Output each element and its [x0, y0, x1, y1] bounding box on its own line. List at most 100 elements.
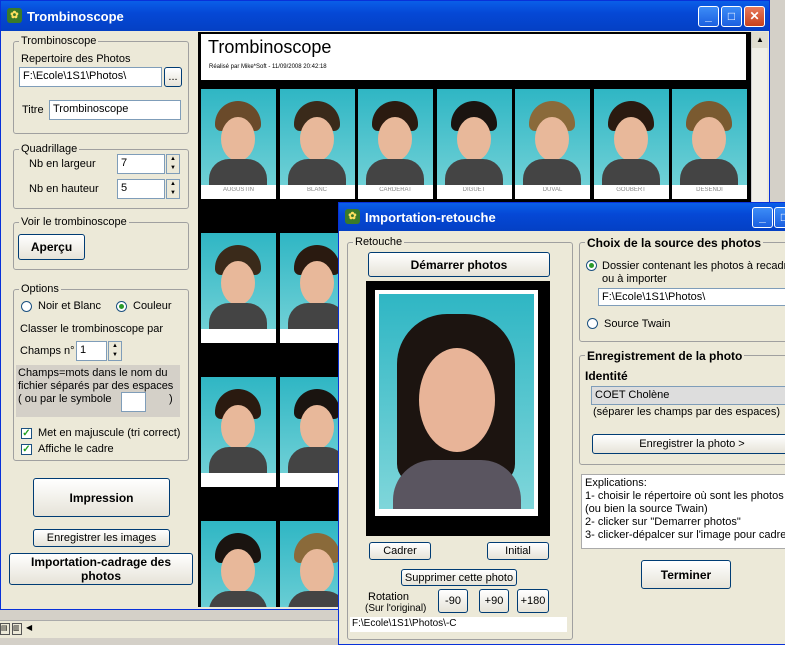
- dialog-app-icon: ✿: [345, 209, 360, 224]
- explain-line: 3- clicker-dépalcer sur l'image pour cad…: [585, 529, 785, 541]
- upper-checkbox[interactable]: ✓: [21, 428, 32, 439]
- source-folder-label2: ou à importer: [602, 273, 667, 285]
- thumbnail-photo: CARDERAT: [358, 89, 433, 199]
- twain-radio[interactable]: [587, 318, 598, 329]
- thumbnail-photo: [201, 233, 276, 343]
- field-input[interactable]: 1: [76, 341, 107, 361]
- height-input[interactable]: 5: [117, 179, 165, 199]
- preview-title: Trombinoscope: [208, 37, 332, 57]
- rotate-180-button[interactable]: +180: [517, 589, 549, 613]
- dialog-titlebar[interactable]: ✿ Importation-retouche _ □: [339, 203, 785, 231]
- save-images-button[interactable]: Enregistrer les images: [33, 529, 170, 547]
- width-input[interactable]: 7: [117, 154, 165, 174]
- bottom-bar: ▤ ▥ ◀: [0, 620, 340, 638]
- preview-header: Trombinoscope Réalisé par Mike*Soft - 11…: [201, 34, 746, 80]
- save-photo-button[interactable]: Enregistrer la photo >: [592, 434, 785, 454]
- group-trombinoscope-legend: Trombinoscope: [19, 35, 99, 47]
- path-field: F:\Ecole\1S1\Photos\-C: [350, 617, 567, 632]
- scroll-left-icon[interactable]: ◀: [26, 623, 32, 632]
- print-button[interactable]: Impression: [33, 478, 170, 517]
- source-folder-label: Dossier contenant les photos à recadrer: [602, 260, 785, 272]
- explain-line: Explications:: [585, 477, 647, 489]
- dialog-minimize-icon[interactable]: _: [752, 207, 773, 228]
- explanations-box: Explications: 1- choisir le répertoire o…: [581, 474, 785, 549]
- title-label: Titre: [22, 104, 44, 116]
- thumbnail-photo: BLANC: [279, 89, 355, 199]
- thumbnail-caption: BLANC: [306, 187, 327, 193]
- sort-label: Classer le trombinoscope par: [20, 323, 164, 335]
- bw-radio[interactable]: [21, 301, 32, 312]
- thumbnail-photo: DIGUET: [436, 89, 512, 199]
- photo-frame: [366, 281, 550, 536]
- thumbnail-photo: [201, 521, 276, 607]
- thumbnail-photo: [201, 377, 276, 487]
- app-icon: ✿: [7, 8, 22, 23]
- initial-button[interactable]: Initial: [487, 542, 549, 560]
- identity-label: Identité: [585, 369, 628, 383]
- dir-label: Repertoire des Photos: [21, 53, 131, 65]
- page-icon[interactable]: ▤: [0, 623, 10, 635]
- rotate-plus90-button[interactable]: +90: [479, 589, 509, 613]
- source-folder-radio[interactable]: [586, 260, 597, 271]
- close-icon[interactable]: ✕: [744, 6, 765, 27]
- scroll-up-icon[interactable]: ▲: [752, 32, 768, 48]
- group-grid-legend: Quadrillage: [19, 143, 80, 155]
- crop-button[interactable]: Cadrer: [369, 542, 431, 560]
- explain-line: 2- clicker sur "Demarrer photos": [585, 516, 741, 528]
- save-legend: Enregistrement de la photo: [585, 349, 745, 363]
- sheet-icon[interactable]: ▥: [12, 623, 22, 635]
- width-label: Nb en largeur: [29, 158, 96, 170]
- height-stepper[interactable]: ▲ ▼: [166, 179, 180, 199]
- twain-label: Source Twain: [604, 318, 671, 330]
- rotate-minus90-button[interactable]: -90: [438, 589, 468, 613]
- rotation-sublabel: (Sur l'original): [365, 603, 427, 614]
- upper-label: Met en majuscule (tri correct): [38, 427, 181, 439]
- finish-button[interactable]: Terminer: [641, 560, 731, 589]
- delete-photo-button[interactable]: Supprimer cette photo: [401, 569, 517, 586]
- field-label: Champs n°: [20, 345, 75, 357]
- thumbnail-caption: DIGUET: [462, 187, 486, 193]
- preview-button[interactable]: Aperçu: [18, 234, 85, 260]
- height-label: Nb en hauteur: [29, 183, 99, 195]
- width-stepper[interactable]: ▲ ▼: [166, 154, 180, 174]
- main-titlebar[interactable]: ✿ Trombinoscope _ □ ✕: [1, 1, 769, 31]
- source-legend: Choix de la source des photos: [585, 236, 764, 250]
- explain-line: (ou bien la source Twain): [585, 503, 708, 515]
- browse-button[interactable]: ...: [164, 67, 182, 87]
- thumbnail-caption: CARDERAT: [379, 187, 412, 193]
- note-line3: ( ou par le symbole: [18, 393, 112, 405]
- maximize-icon[interactable]: □: [721, 6, 742, 27]
- thumbnail-caption: GOUBERT: [616, 187, 646, 193]
- group-options-legend: Options: [19, 283, 61, 295]
- group-view-legend: Voir le trombinoscope: [19, 216, 129, 228]
- import-dialog: ✿ Importation-retouche _ □ Retouche Déma…: [338, 202, 785, 645]
- rotation-label: Rotation: [368, 591, 409, 603]
- frame-label: Affiche le cadre: [38, 443, 114, 455]
- color-label: Couleur: [133, 300, 172, 312]
- dialog-title: Importation-retouche: [365, 209, 496, 225]
- identity-input[interactable]: COET Cholène: [591, 386, 785, 405]
- main-title: Trombinoscope: [27, 8, 124, 24]
- thumbnail-caption: AUGUSTIN: [222, 187, 254, 193]
- bw-label: Noir et Blanc: [38, 300, 101, 312]
- minimize-icon[interactable]: _: [698, 6, 719, 27]
- thumbnail-photo: DESENDI: [672, 89, 747, 199]
- note-line2: fichier séparés par des espaces: [18, 380, 174, 392]
- separator-input[interactable]: [121, 392, 146, 412]
- note-line1: Champs=mots dans le nom du: [18, 367, 168, 379]
- thumbnail-photo: DUVAL: [515, 89, 590, 199]
- preview-subtitle: Réalisé par Mike*Soft - 11/09/2008 20:42…: [209, 64, 327, 70]
- title-input[interactable]: Trombinoscope: [49, 100, 181, 120]
- source-path-input[interactable]: F:\Ecole\1S1\Photos\: [598, 288, 785, 306]
- edited-photo: [375, 290, 538, 516]
- import-button[interactable]: Importation-cadrage des photos: [9, 553, 193, 585]
- color-radio[interactable]: [116, 301, 127, 312]
- field-stepper[interactable]: ▲ ▼: [108, 341, 122, 361]
- start-photos-button[interactable]: Démarrer photos: [368, 252, 550, 277]
- note-line4: ): [169, 393, 173, 405]
- frame-checkbox[interactable]: ✓: [21, 444, 32, 455]
- identity-hint: (séparer les champs par des espaces): [593, 406, 781, 418]
- dialog-maximize-icon[interactable]: □: [774, 207, 785, 228]
- dir-input[interactable]: F:\Ecole\1S1\Photos\: [19, 67, 162, 87]
- thumbnail-caption: DESENDI: [696, 187, 723, 193]
